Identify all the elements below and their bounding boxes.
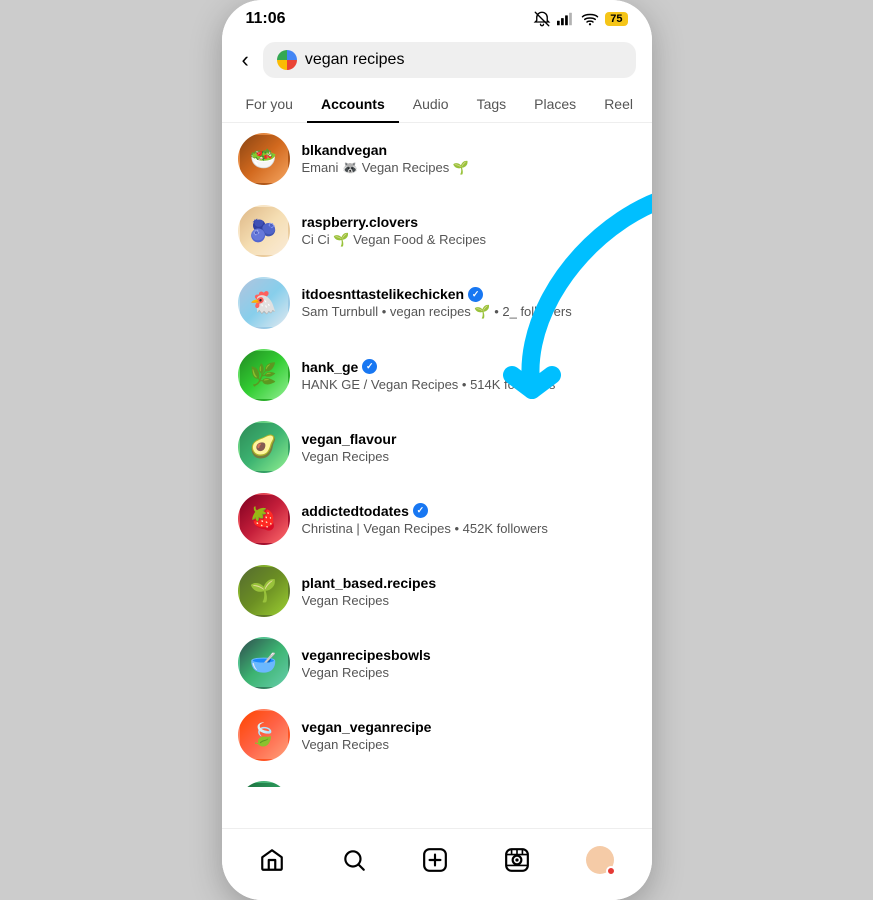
account-username: blkandvegan	[302, 142, 636, 158]
search-input-wrap[interactable]: vegan recipes	[263, 42, 636, 78]
status-time: 11:06	[246, 10, 286, 28]
avatar: 🍃	[238, 709, 290, 761]
avatar: 🥑	[238, 421, 290, 473]
list-item[interactable]: 🍓 addictedtodates✓ Christina | Vegan Recip…	[222, 483, 652, 555]
profile-avatar	[586, 846, 614, 874]
avatar-inner: 🐔	[240, 279, 288, 327]
account-username: plant_based.recipes	[302, 575, 636, 591]
verified-badge: ✓	[468, 287, 483, 302]
account-info: hank_ge✓ HANK GE / Vegan Recipes • 514K f…	[302, 359, 636, 392]
account-username: hank_ge✓	[302, 359, 636, 375]
search-query: vegan recipes	[305, 51, 405, 69]
account-username: addictedtodates✓	[302, 503, 636, 519]
tab-accounts[interactable]: Accounts	[307, 86, 399, 122]
avatar: 🍓	[238, 493, 290, 545]
avatar-inner: 🌾	[240, 783, 288, 787]
account-info: raspberry.clovers Ci Ci 🌱 Vegan Food & Re…	[302, 214, 636, 248]
account-info: plant_based.recipes Vegan Recipes	[302, 575, 636, 608]
account-bio: Vegan Recipes	[302, 665, 636, 680]
status-icons: 75	[533, 10, 627, 28]
verified-badge: ✓	[413, 503, 428, 518]
account-info: vegan_flavour Vegan Recipes	[302, 431, 636, 464]
avatar-inner: 🥑	[240, 423, 288, 471]
nav-home-button[interactable]	[243, 839, 301, 881]
nav-reels-button[interactable]	[488, 839, 546, 881]
account-username: raspberry.clovers	[302, 214, 636, 230]
search-bar: ‹ vegan recipes	[222, 34, 652, 86]
list-item[interactable]: 🥣 veganrecipesbowls Vegan Recipes	[222, 627, 652, 699]
avatar-inner: 🍓	[240, 495, 288, 543]
notification-dot	[606, 866, 616, 876]
account-info: veganrecipesbowls Vegan Recipes	[302, 647, 636, 680]
avatar: 🌿	[238, 349, 290, 401]
avatar-inner: 🥗	[240, 135, 288, 183]
account-info: blkandvegan Emani 🦝 Vegan Recipes 🌱	[302, 142, 636, 176]
account-username: vegan_veganrecipe	[302, 719, 636, 735]
tab-tags[interactable]: Tags	[463, 86, 521, 122]
status-bar: 11:06 75	[222, 0, 652, 34]
battery-level: 75	[605, 12, 627, 26]
avatar-inner: 🍃	[240, 711, 288, 759]
account-bio: Christina | Vegan Recipes • 452K followe…	[302, 521, 636, 536]
avatar-inner: 🌱	[240, 567, 288, 615]
tabs-bar: For you Accounts Audio Tags Places Reel	[222, 86, 652, 123]
reels-icon	[504, 847, 530, 873]
tab-reels[interactable]: Reel	[590, 86, 647, 122]
nav-search-button[interactable]	[325, 839, 383, 881]
avatar: 🥗	[238, 133, 290, 185]
account-username: veganrecipesbowls	[302, 647, 636, 663]
back-button[interactable]: ‹	[238, 43, 253, 77]
accounts-list: 🥗 blkandvegan Emani 🦝 Vegan Recipes 🌱 🫐 rasp…	[222, 123, 652, 787]
list-item[interactable]: 🐔 itdoesnttastelikechicken✓ Sam Turnbull •…	[222, 267, 652, 339]
avatar: 🌱	[238, 565, 290, 617]
account-bio: Vegan Recipes	[302, 737, 636, 752]
search-icon	[341, 847, 367, 873]
avatar: 🥣	[238, 637, 290, 689]
tab-audio[interactable]: Audio	[399, 86, 463, 122]
tab-for-you[interactable]: For you	[232, 86, 307, 122]
signal-icon	[557, 10, 575, 28]
tab-places[interactable]: Places	[520, 86, 590, 122]
avatar: 🫐	[238, 205, 290, 257]
google-icon	[277, 50, 297, 70]
account-bio: Vegan Recipes	[302, 593, 636, 608]
nav-add-button[interactable]	[406, 839, 464, 881]
account-info: addictedtodates✓ Christina | Vegan Recipe…	[302, 503, 636, 536]
phone-container: 11:06 75 ‹	[222, 0, 652, 900]
avatar-inner: 🥣	[240, 639, 288, 687]
avatar: 🐔	[238, 277, 290, 329]
account-bio: Vegan Recipes	[302, 449, 636, 464]
list-item[interactable]: 🥑 vegan_flavour Vegan Recipes	[222, 411, 652, 483]
notification-mute-icon	[533, 10, 551, 28]
account-username: itdoesnttastelikechicken✓	[302, 286, 636, 302]
home-icon	[259, 847, 285, 873]
list-item[interactable]: 🫐 raspberry.clovers Ci Ci 🌱 Vegan Food & R…	[222, 195, 652, 267]
account-info: itdoesnttastelikechicken✓ Sam Turnbull • …	[302, 286, 636, 320]
avatar-inner: 🌿	[240, 351, 288, 399]
list-item[interactable]: 🌾plant.basedfoodvegan recipes	[222, 771, 652, 787]
wifi-icon	[581, 10, 599, 28]
account-bio: Ci Ci 🌱 Vegan Food & Recipes	[302, 232, 636, 248]
account-username: vegan_flavour	[302, 431, 636, 447]
account-bio: Emani 🦝 Vegan Recipes 🌱	[302, 160, 636, 176]
avatar: 🌾	[238, 781, 290, 787]
account-info: vegan_veganrecipe Vegan Recipes	[302, 719, 636, 752]
list-item[interactable]: 🌱 plant_based.recipes Vegan Recipes	[222, 555, 652, 627]
add-icon	[422, 847, 448, 873]
avatar-inner: 🫐	[240, 207, 288, 255]
list-item[interactable]: 🥗 blkandvegan Emani 🦝 Vegan Recipes 🌱	[222, 123, 652, 195]
verified-badge: ✓	[362, 359, 377, 374]
list-item[interactable]: 🍃 vegan_veganrecipe Vegan Recipes	[222, 699, 652, 771]
bottom-nav	[222, 828, 652, 900]
account-bio: Sam Turnbull • vegan recipes 🌱 • 2_ foll…	[302, 304, 636, 320]
list-item[interactable]: 🌿 hank_ge✓ HANK GE / Vegan Recipes • 514K …	[222, 339, 652, 411]
account-bio: HANK GE / Vegan Recipes • 514K followers	[302, 377, 636, 392]
nav-profile-button[interactable]	[570, 838, 630, 882]
